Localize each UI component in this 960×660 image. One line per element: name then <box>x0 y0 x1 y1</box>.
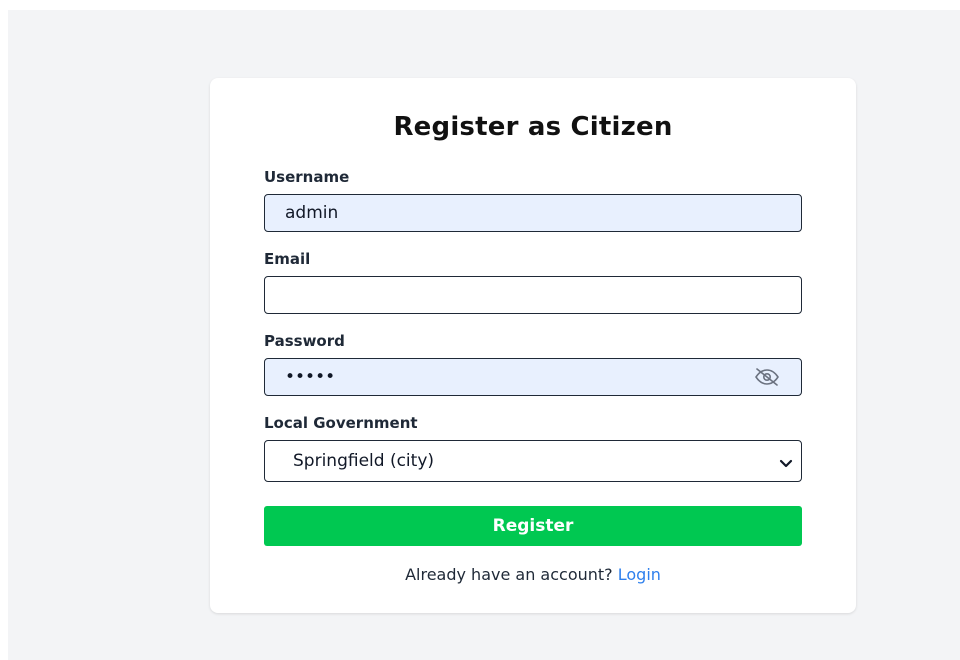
login-link[interactable]: Login <box>618 565 661 584</box>
username-label: Username <box>264 168 350 186</box>
login-prompt-text: Already have an account? <box>405 565 618 584</box>
password-label: Password <box>264 332 345 350</box>
email-input[interactable] <box>264 276 802 314</box>
password-input[interactable] <box>264 358 802 396</box>
local-government-selected: Springfield (city) <box>293 451 435 471</box>
register-button[interactable]: Register <box>264 506 802 546</box>
chevron-down-icon <box>779 455 793 468</box>
username-input[interactable] <box>264 194 802 232</box>
login-prompt: Already have an account? Login <box>210 565 856 584</box>
password-field <box>264 358 802 396</box>
eye-slash-icon[interactable] <box>752 366 782 388</box>
email-label: Email <box>264 250 311 268</box>
page-title: Register as Citizen <box>393 112 673 142</box>
register-card: Register as Citizen Username Email Passw… <box>210 78 856 613</box>
local-government-label: Local Government <box>264 414 418 432</box>
local-government-select[interactable]: Springfield (city) <box>264 440 802 482</box>
